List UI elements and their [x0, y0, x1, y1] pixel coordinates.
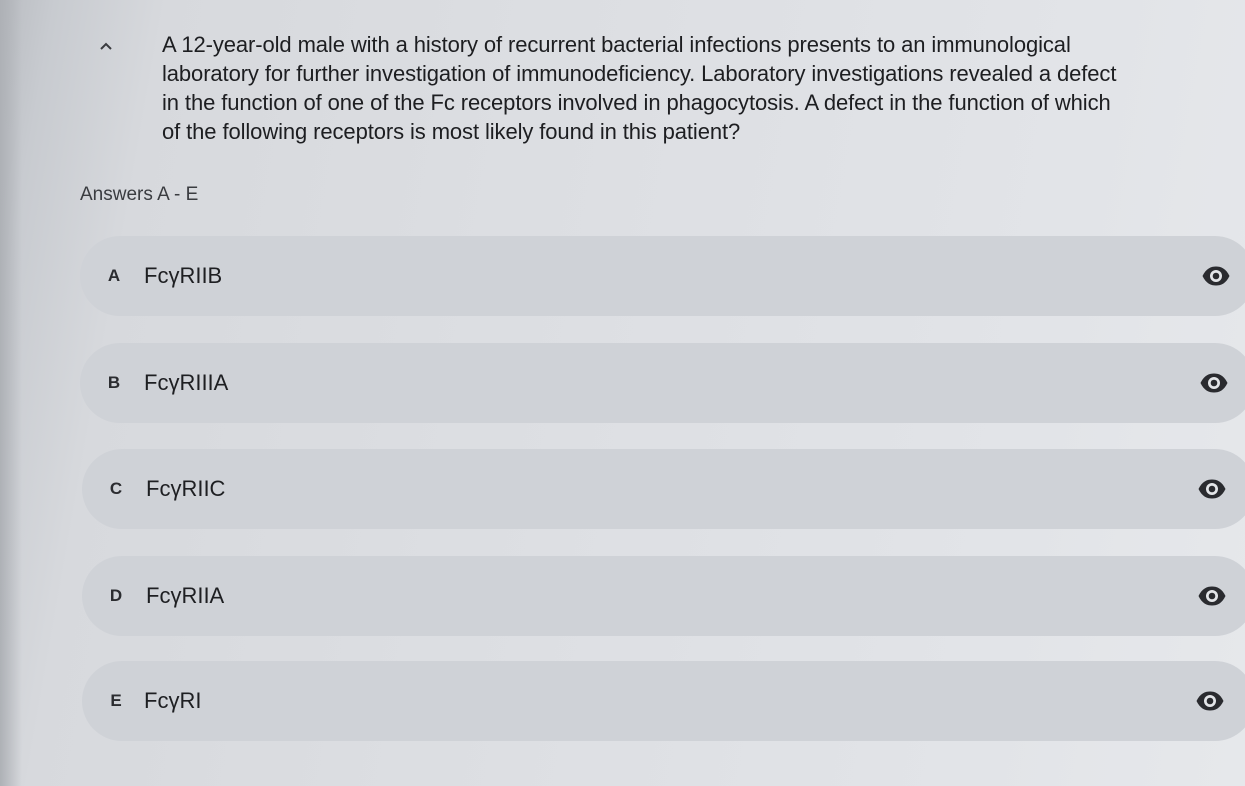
reveal-answer-button[interactable]: [1195, 690, 1225, 712]
option-letter: E: [110, 691, 122, 710]
eye-icon: [1198, 586, 1226, 606]
option-text: FcγRIIIA: [144, 370, 229, 395]
reveal-answer-button[interactable]: [1201, 265, 1231, 287]
answer-option-d[interactable]: D FcγRIIA: [82, 556, 1245, 636]
option-text: FcγRIIA: [146, 583, 225, 608]
answer-option-a[interactable]: A FcγRIIB: [80, 236, 1245, 316]
option-letter: C: [109, 479, 123, 498]
eye-icon: [1198, 479, 1226, 499]
question-text: A 12-year-old male with a history of rec…: [162, 30, 1242, 146]
answer-option-e[interactable]: E FcγRI: [82, 661, 1245, 741]
question-line: A 12-year-old male with a history of rec…: [162, 32, 1071, 57]
reveal-answer-button[interactable]: [1199, 372, 1229, 394]
reveal-answer-button[interactable]: [1197, 585, 1227, 607]
left-edge-shadow: [0, 0, 22, 786]
collapse-question-button[interactable]: [96, 36, 116, 56]
question-line: of the following receptors is most likel…: [162, 119, 741, 144]
option-text: FcγRIIB: [144, 263, 223, 288]
chevron-up-icon: [100, 42, 112, 50]
option-letter: A: [107, 266, 121, 285]
eye-icon: [1202, 266, 1230, 286]
answer-option-b[interactable]: B FcγRIIIA: [80, 343, 1245, 423]
eye-icon: [1196, 691, 1224, 711]
option-letter: D: [109, 586, 123, 605]
question-line: in the function of one of the Fc recepto…: [162, 90, 1111, 115]
option-text: FcγRIIC: [146, 476, 226, 501]
option-text: FcγRI: [144, 688, 202, 713]
reveal-answer-button[interactable]: [1197, 478, 1227, 500]
question-line: laboratory for further investigation of …: [162, 61, 1117, 86]
answer-option-c[interactable]: C FcγRIIC: [82, 449, 1245, 529]
eye-icon: [1200, 373, 1228, 393]
answers-heading: Answers A - E: [80, 184, 199, 205]
option-letter: B: [107, 373, 121, 392]
